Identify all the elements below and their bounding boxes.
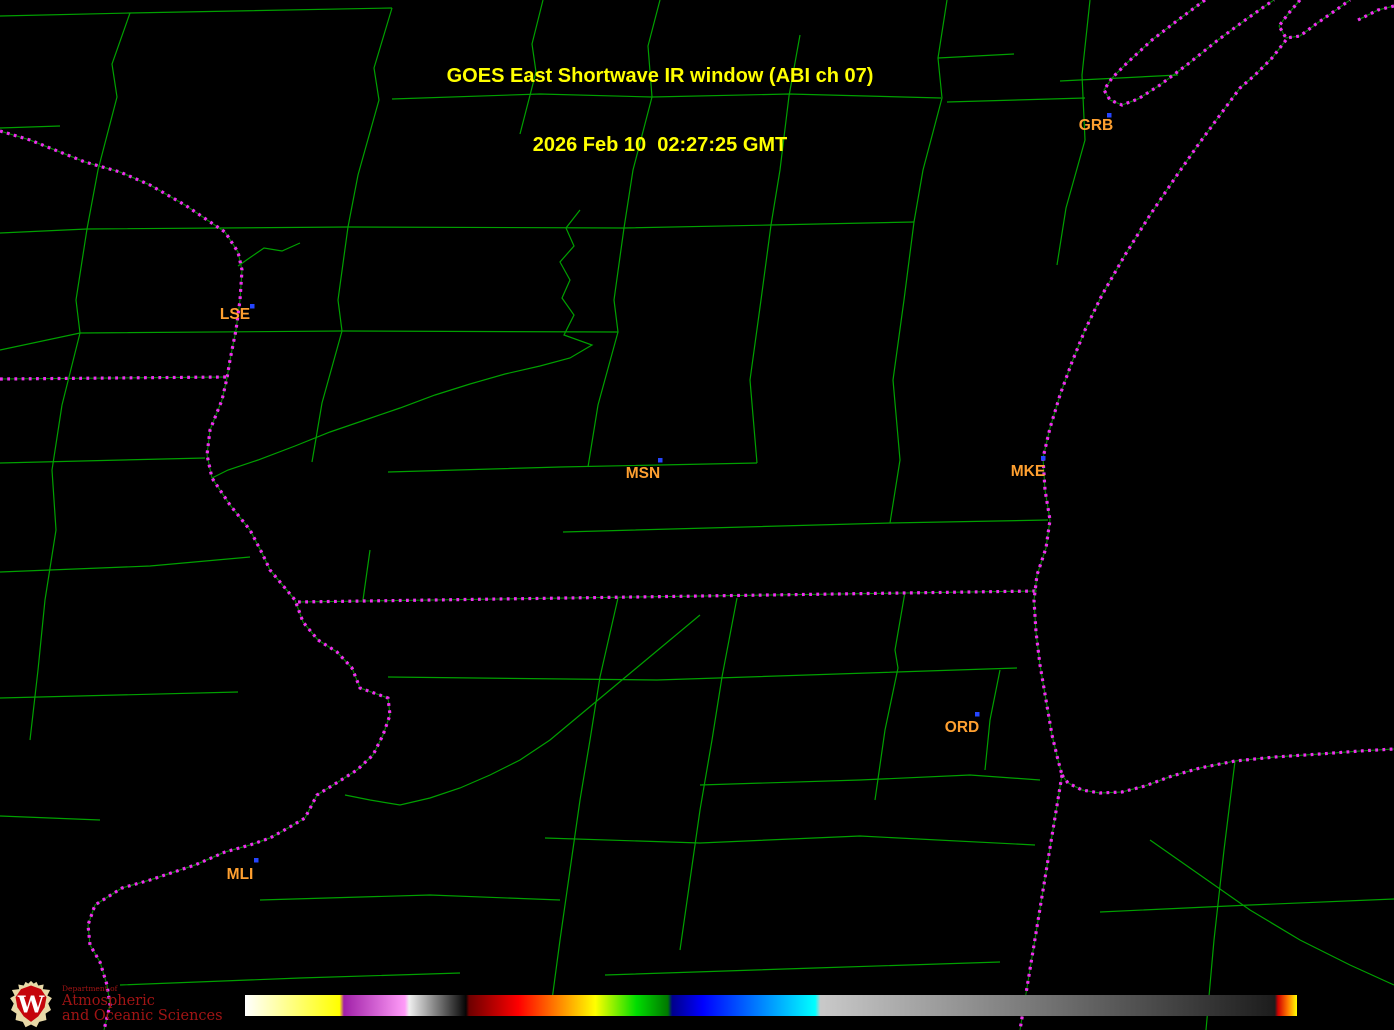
county-line xyxy=(312,227,348,462)
logo-name-line2: and Oceanic Sciences xyxy=(62,1009,223,1024)
aos-logo-text: Department of Atmospheric and Oceanic Sc… xyxy=(62,985,223,1024)
county-line xyxy=(345,615,700,805)
satellite-viewer: GRBLSEMSNMKEORDMLI GOES East Shortwave I… xyxy=(0,0,1394,1030)
county-line xyxy=(212,210,592,478)
county-line xyxy=(388,668,1017,680)
county-line xyxy=(30,405,62,740)
county-line xyxy=(1150,840,1394,985)
station-label-MSN: MSN xyxy=(626,465,660,482)
county-line xyxy=(363,550,370,600)
county-line xyxy=(700,775,1040,785)
title-line2: 2026 Feb 10 02:27:25 GMT xyxy=(0,134,1320,157)
county-line xyxy=(1206,761,1235,1030)
state-border xyxy=(1358,6,1394,20)
title-line1: GOES East Shortwave IR window (ABI ch 07… xyxy=(0,65,1320,88)
county-line xyxy=(0,8,392,16)
county-line xyxy=(545,836,1035,845)
county-line xyxy=(680,598,737,950)
station-dot-MSN xyxy=(658,458,663,463)
county-line xyxy=(0,222,914,233)
svg-text:W: W xyxy=(17,991,45,1019)
station-dot-ORD xyxy=(975,712,980,717)
station-label-LSE: LSE xyxy=(220,306,250,323)
station-dot-LSE xyxy=(250,304,255,309)
station-dot-MLI xyxy=(254,858,259,863)
logo-name-line1: Atmospheric xyxy=(62,994,223,1009)
state-border xyxy=(1062,749,1394,793)
station-label-MLI: MLI xyxy=(227,866,254,883)
county-line xyxy=(605,962,1000,975)
county-line xyxy=(563,520,1048,532)
logo-dept-line: Department of xyxy=(62,985,223,993)
county-line xyxy=(985,670,1000,770)
state-border-underlay xyxy=(0,377,227,379)
county-line xyxy=(0,458,205,463)
county-line xyxy=(260,895,560,900)
county-line xyxy=(388,463,757,472)
county-line xyxy=(588,228,624,467)
state-border xyxy=(0,131,390,1030)
state-border-underlay xyxy=(0,131,390,1030)
temperature-colorbar xyxy=(245,995,1297,1016)
station-label-ORD: ORD xyxy=(945,719,979,736)
county-line xyxy=(0,557,250,572)
state-border-underlay xyxy=(1062,749,1394,793)
county-line xyxy=(238,243,300,266)
county-line xyxy=(890,222,914,523)
image-title: GOES East Shortwave IR window (ABI ch 07… xyxy=(0,19,1320,203)
uw-crest-icon: W xyxy=(8,980,54,1030)
county-line xyxy=(0,331,618,350)
county-line xyxy=(552,598,618,1000)
county-line xyxy=(0,816,100,820)
station-label-MKE: MKE xyxy=(1011,463,1045,480)
county-line xyxy=(750,225,771,463)
state-border-underlay xyxy=(1358,6,1394,20)
county-line xyxy=(1100,899,1394,912)
aos-logo: W Department of Atmospheric and Oceanic … xyxy=(8,980,223,1030)
station-dot-MKE xyxy=(1041,456,1046,461)
county-line xyxy=(875,592,905,800)
